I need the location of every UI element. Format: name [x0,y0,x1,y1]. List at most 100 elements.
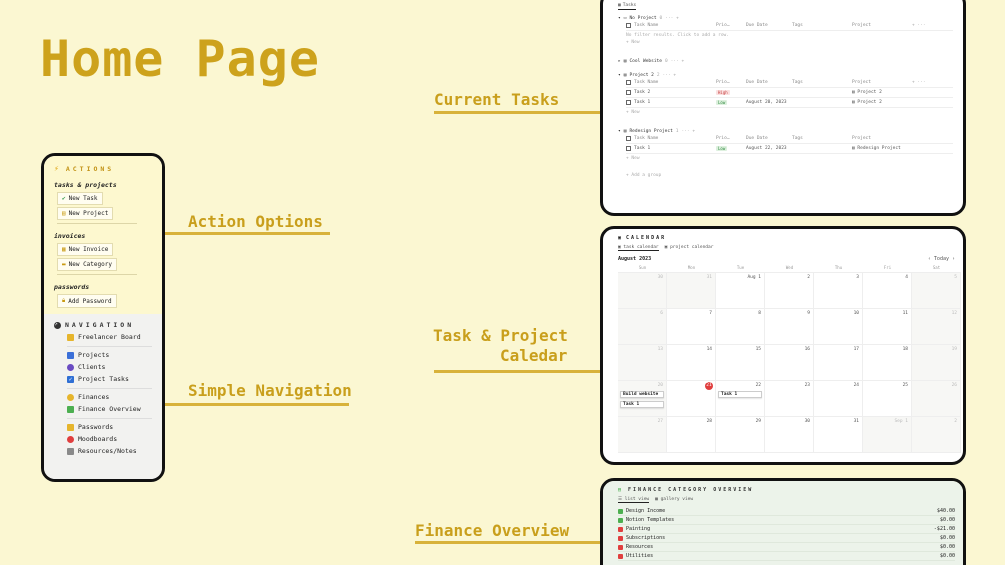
page-icon: ▤ [623,129,627,134]
nav-item-freelancer-board[interactable]: Freelancer Board [67,333,154,341]
calendar-month-label: August 2023 [618,256,652,262]
checkbox[interactable] [626,146,631,151]
calendar-day-cell[interactable]: 17 [814,345,863,381]
checkbox[interactable] [626,80,631,85]
nav-item-clients[interactable]: Clients [67,363,154,371]
checkbox[interactable] [626,90,631,95]
calendar-day-cell[interactable]: 26 [912,381,961,417]
today-button[interactable]: Today [934,256,949,262]
calendar-day-cell[interactable]: 27 [618,417,667,453]
new-task-button[interactable]: ✔ New Task [57,192,103,205]
checkbox[interactable] [626,136,631,141]
caret-down-icon: ▾ [618,129,621,134]
caret-right-icon: ▸ [618,59,621,64]
calendar-day-cell[interactable]: Sep 1 [863,417,912,453]
list-item[interactable]: Painting -$21.00 [618,525,955,534]
calendar-day-cell[interactable]: 2 [765,273,814,309]
calendar-day-cell[interactable]: 2 [912,417,961,453]
table-row[interactable]: Task 1 Low August 20, 2023 ▤ Project 2 [626,98,953,108]
chevron-right-icon[interactable]: › [952,256,955,262]
category-name: Subscriptions [626,535,666,541]
empty-message[interactable]: No filter results. Click to add a row. [626,33,953,38]
nav-item-passwords[interactable]: Passwords [67,423,154,431]
calendar-day-cell[interactable]: 18 [863,345,912,381]
lock-icon [67,423,74,431]
calendar-day-cell[interactable]: 3 [814,273,863,309]
nav-item-projects[interactable]: Projects [67,351,154,359]
nav-item-finance-overview[interactable]: Finance Overview [67,405,154,413]
calendar-event[interactable]: Task 1 [718,391,762,398]
calendar-day-cell[interactable]: 23 [765,381,814,417]
calendar-day-cell[interactable]: 20 Build website Task 1 [618,381,667,417]
list-item[interactable]: Notion Templates $0.00 [618,516,955,525]
calendar-day-cell[interactable]: 22 Task 1 [716,381,765,417]
add-password-button[interactable]: 🔒︎ Add Password [57,294,117,308]
checkbox[interactable] [626,23,631,28]
calendar-day-cell[interactable]: 15 [716,345,765,381]
calendar-day-cell[interactable]: 24 [814,381,863,417]
finance-list: Design Income $40.00 Notion Templates $0.00… [618,507,955,561]
list-item[interactable]: Utilities $0.00 [618,552,955,561]
new-invoice-button[interactable]: ▦ New Invoice [57,243,114,256]
calendar-day-cell[interactable]: 13 [618,345,667,381]
calendar-day-cell[interactable]: 11 [863,309,912,345]
group-cool-website[interactable]: ▸ ▤ Cool Website 0 ··· + [618,59,953,64]
calendar-day-cell[interactable]: 10 [814,309,863,345]
nav-item-moodboards[interactable]: Moodboards [67,435,154,443]
tab-gallery-view[interactable]: ▦ gallery view [655,497,693,503]
calendar-day-cell[interactable]: 28 [667,417,716,453]
tab-tasks[interactable]: ▦ Tasks [618,3,637,10]
calendar-event[interactable]: Build website [620,391,664,398]
calendar-day-cell[interactable]: 31 [667,273,716,309]
checkbox[interactable] [626,100,631,105]
calendar-day-cell[interactable]: 30 [618,273,667,309]
add-column-icon[interactable]: + ··· [912,80,926,85]
document-icon: ▤ [62,210,66,217]
nav-item-project-tasks[interactable]: ✓ Project Tasks [67,375,154,383]
calendar-day-cell[interactable]: 14 [667,345,716,381]
day-number: 7 [709,311,712,316]
day-number: 5 [954,275,957,280]
new-row-button[interactable]: + New [626,110,953,115]
day-number: 26 [951,383,957,388]
day-number: 3 [856,275,859,280]
list-item[interactable]: Design Income $40.00 [618,507,955,516]
calendar-day-cell[interactable]: 4 [863,273,912,309]
tab-list-view[interactable]: ☰ list view [618,497,650,503]
chevron-left-icon[interactable]: ‹ [928,256,931,262]
list-item[interactable]: Subscriptions $0.00 [618,534,955,543]
new-category-button[interactable]: ▬ New Category [57,258,117,271]
table-row[interactable]: Task 2 High ▤ Project 2 [626,88,953,98]
new-row-button[interactable]: + New [626,40,953,45]
new-row-button[interactable]: + New [626,156,953,161]
calendar-day-cell[interactable]: 7 [667,309,716,345]
table-row[interactable]: Task 1 Low August 22, 2023 ▤ Redesign Pr… [626,144,953,154]
calendar-day-cell[interactable]: 19 [912,345,961,381]
calendar-day-cell[interactable]: 12 [912,309,961,345]
calendar-day-cell[interactable]: 25 [863,381,912,417]
nav-item-finances[interactable]: Finances [67,393,154,401]
calendar-day-cell[interactable]: 8 [716,309,765,345]
calendar-event[interactable]: Task 1 [620,401,664,408]
new-project-button[interactable]: ▤ New Project [57,207,114,220]
calendar-panel: ▣ CALENDAR ▣ task calendar ▣ project cale… [600,226,966,465]
tab-task-calendar[interactable]: ▣ task calendar [618,245,659,251]
day-number: 13 [657,347,663,352]
calendar-day-cell[interactable]: 5 [912,273,961,309]
tab-project-calendar[interactable]: ▣ project calendar [665,245,714,251]
add-column-icon[interactable]: + ··· [912,23,926,28]
calendar-icon: ▣ [618,235,624,241]
list-item[interactable]: Resources $0.00 [618,543,955,552]
calendar-day-cell[interactable]: 30 [765,417,814,453]
nav-item-resources-notes[interactable]: Resources/Notes [67,447,154,455]
calendar-day-cell[interactable]: 21 [667,381,716,417]
calendar-day-cell[interactable]: Aug 1 [716,273,765,309]
calendar-day-cell[interactable]: 9 [765,309,814,345]
calendar-day-cell[interactable]: 16 [765,345,814,381]
calendar-day-cell[interactable]: 29 [716,417,765,453]
pin-icon [67,435,74,443]
calendar-day-cell[interactable]: 31 [814,417,863,453]
calendar-day-cell[interactable]: 6 [618,309,667,345]
add-group-button[interactable]: + Add a group [626,173,953,178]
day-number: 31 [853,419,859,424]
